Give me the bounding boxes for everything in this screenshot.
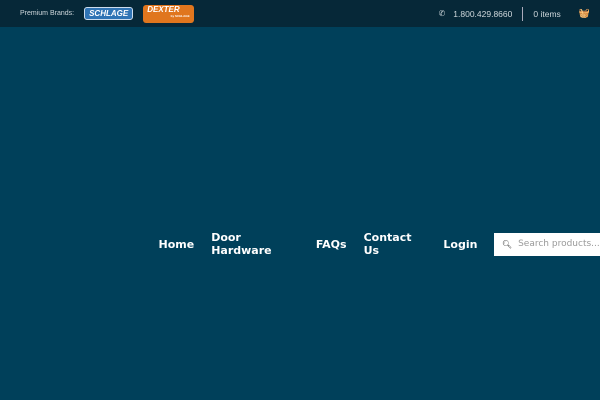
search-icon: 🔍︎ (501, 239, 513, 249)
dexter-logo-sub: by SCHLAGE (170, 13, 190, 18)
basket-icon[interactable]: 🧺 (579, 8, 590, 19)
nav-faqs[interactable]: FAQs (316, 238, 347, 251)
nav-contact-us[interactable]: Contact Us (364, 231, 427, 257)
nav-door-hardware[interactable]: Door Hardware (211, 231, 299, 257)
search-input[interactable]: 🔍︎ Search products... (493, 232, 600, 256)
dexter-logo[interactable]: DEXTER by SCHLAGE (143, 4, 194, 23)
nav-login[interactable]: Login (443, 238, 477, 251)
cart-count[interactable]: 0 items (533, 9, 560, 19)
premium-brands-label: Premium Brands: (20, 10, 75, 17)
nav-home[interactable]: Home (159, 238, 195, 251)
top-bar: Premium Brands: SCHLAGE DEXTER by SCHLAGE… (0, 0, 600, 27)
phone-link[interactable]: 1.800.429.8660 (453, 9, 512, 19)
premium-brands: Premium Brands: SCHLAGE DEXTER by SCHLAGE (20, 4, 204, 23)
search-placeholder: Search products... (518, 239, 600, 249)
schlage-logo[interactable]: SCHLAGE (84, 7, 134, 20)
phone-icon: ✆ (438, 9, 446, 18)
divider (522, 6, 524, 21)
main-nav: Home Door Hardware FAQs Contact Us Login… (150, 231, 600, 257)
